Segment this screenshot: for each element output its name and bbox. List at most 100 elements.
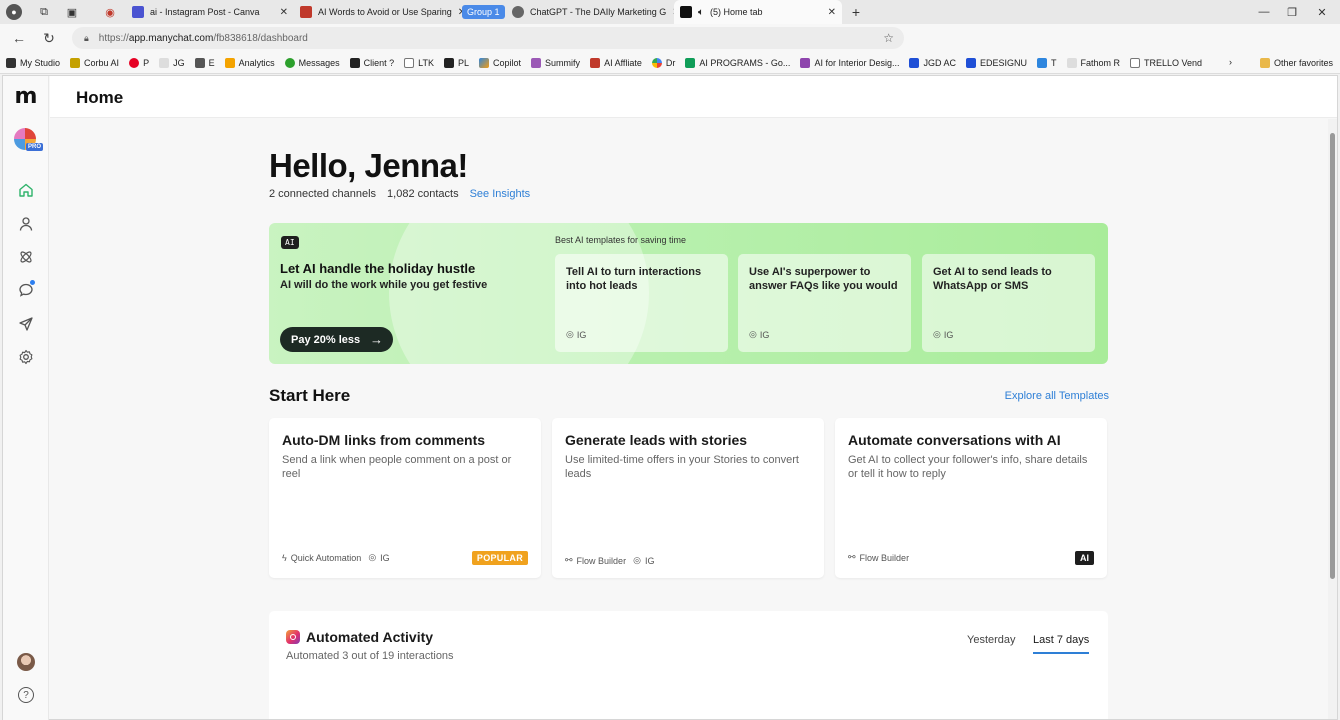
- sidebar-item-automation[interactable]: [15, 246, 37, 268]
- audio-icon[interactable]: 🔈︎: [698, 7, 704, 18]
- bookmark-label: Fathom R: [1080, 57, 1121, 68]
- tab-chatgpt[interactable]: ChatGPT - The DAIly Marketing G ✕: [506, 0, 674, 24]
- start-card-ai-conversations[interactable]: Automate conversations with AI Get AI to…: [835, 418, 1107, 578]
- bookmark-item[interactable]: Client ?: [349, 57, 394, 68]
- bookmark-item[interactable]: AI Affliate: [590, 57, 642, 68]
- contacts-count: 1,082 contacts: [387, 188, 459, 200]
- close-tab-icon[interactable]: ✕: [666, 7, 674, 18]
- bookmark-label: Corbu AI: [84, 57, 120, 68]
- sidebar-item-home[interactable]: [15, 179, 37, 201]
- banner-subline: AI will do the work while you get festiv…: [280, 279, 488, 291]
- close-window-icon[interactable]: ✕: [1304, 0, 1340, 24]
- send-icon: [19, 317, 33, 331]
- sidebar-item-settings[interactable]: [15, 346, 37, 368]
- explore-templates-link[interactable]: Explore all Templates: [1005, 390, 1109, 402]
- bookmark-item[interactable]: AI PROGRAMS - Go...: [685, 57, 790, 68]
- see-insights-link[interactable]: See Insights: [470, 188, 531, 200]
- flow-icon: ⚯: [565, 555, 573, 565]
- page-header: Home: [50, 76, 1337, 118]
- ai-template-card[interactable]: Get AI to send leads to WhatsApp or SMS …: [922, 254, 1095, 352]
- url-path: /fb838618/dashboard: [213, 32, 308, 44]
- gear-icon: [19, 349, 33, 365]
- bookmark-item[interactable]: PL: [444, 57, 470, 68]
- template-title: Use AI's superpower to answer FAQs like …: [749, 266, 898, 292]
- tab-home[interactable]: 🔈︎ (5) Home tab ✕: [674, 0, 842, 24]
- sidebar-item-live-chat[interactable]: [15, 279, 37, 301]
- bookmark-item[interactable]: Copilot: [479, 57, 522, 68]
- profile-icon[interactable]: ●: [6, 4, 22, 20]
- bookmark-item[interactable]: Fathom R: [1066, 57, 1121, 68]
- scrollbar-thumb[interactable]: [1330, 133, 1335, 579]
- tab-group-chip[interactable]: Group 1: [462, 5, 505, 19]
- bookmark-item[interactable]: Messages: [284, 57, 340, 68]
- channel-label: IG: [576, 329, 587, 340]
- tab-yesterday[interactable]: Yesterday: [967, 634, 1016, 652]
- bookmark-item[interactable]: Summify: [531, 57, 580, 68]
- tab-ai-words[interactable]: AI Words to Avoid or Use Sparing ✕: [294, 0, 462, 24]
- bookmark-item[interactable]: Analytics: [224, 57, 275, 68]
- page-scrollbar[interactable]: [1328, 119, 1337, 719]
- recording-icon[interactable]: ◉: [102, 4, 118, 20]
- bookmark-item[interactable]: AI for Interior Desig...: [800, 57, 899, 68]
- card-title: Generate leads with stories: [565, 432, 748, 448]
- pay-less-button[interactable]: Pay 20% less →: [280, 327, 393, 352]
- start-card-stories[interactable]: Generate leads with stories Use limited-…: [552, 418, 824, 578]
- bookmark-item[interactable]: TRELLO Vend: [1130, 57, 1202, 68]
- ai-template-card[interactable]: Tell AI to turn interactions into hot le…: [555, 254, 728, 352]
- channel-label: IG: [759, 329, 770, 340]
- help-icon[interactable]: ?: [18, 687, 34, 703]
- bookmark-item[interactable]: Corbu AI: [70, 57, 120, 68]
- new-tab-icon[interactable]: +: [848, 4, 864, 20]
- bookmark-item[interactable]: E: [194, 57, 215, 68]
- back-icon[interactable]: ←: [4, 24, 34, 52]
- bookmark-icon: [6, 57, 16, 68]
- bookmark-item[interactable]: LTK: [404, 57, 435, 68]
- bookmark-icon: [70, 57, 81, 68]
- connected-channels: 2 connected channels: [269, 188, 377, 200]
- canva-favicon-icon: [132, 6, 144, 18]
- bookmark-label: PL: [458, 57, 470, 68]
- close-tab-icon[interactable]: ✕: [822, 7, 836, 18]
- bookmark-item[interactable]: JG: [159, 57, 185, 68]
- browser-tab-bar: ● ⧉ ▣ ◉ ai - Instagram Post - Canva ✕ AI…: [0, 0, 1340, 24]
- bookmark-item[interactable]: JGD AC: [909, 57, 956, 68]
- close-tab-icon[interactable]: ✕: [274, 7, 288, 18]
- sidebar-item-broadcasting[interactable]: [15, 313, 37, 335]
- bookmark-item[interactable]: P: [129, 57, 149, 68]
- sidebar: m PRO ?: [3, 76, 49, 720]
- flow-icon: ⚯: [848, 552, 856, 562]
- url-scheme: https://: [98, 32, 129, 44]
- activity-subtitle: Automated 3 out of 19 interactions: [286, 650, 454, 662]
- bookmark-item[interactable]: EDESIGNU: [965, 57, 1027, 68]
- favorite-star-icon[interactable]: ☆: [883, 31, 894, 45]
- close-tab-icon[interactable]: ✕: [452, 7, 462, 18]
- manychat-logo[interactable]: m: [13, 86, 39, 108]
- bookmark-item[interactable]: T: [1037, 57, 1057, 68]
- start-card-auto-dm[interactable]: Auto-DM links from comments Send a link …: [269, 418, 541, 578]
- bookmark-icon: [1037, 57, 1047, 68]
- bookmark-icon: [284, 57, 295, 68]
- bookmark-icon: [531, 57, 542, 68]
- ai-template-card[interactable]: Use AI's superpower to answer FAQs like …: [738, 254, 911, 352]
- reload-icon[interactable]: ↻: [34, 24, 64, 52]
- bookmark-label: LTK: [418, 57, 435, 68]
- bookmarks-overflow-icon[interactable]: ›: [1229, 57, 1232, 67]
- card-meta-label: Flow Builder: [576, 555, 627, 566]
- tab-canva[interactable]: ai - Instagram Post - Canva ✕: [126, 0, 294, 24]
- card-description: Use limited-time offers in your Stories …: [565, 454, 799, 480]
- url-input[interactable]: 🔒︎ https://app.manychat.com/fb838618/das…: [72, 27, 904, 49]
- tab-title: (5) Home tab: [710, 7, 763, 17]
- other-favorites[interactable]: Other favorites: [1260, 58, 1333, 68]
- card-meta-label: Quick Automation: [290, 552, 362, 563]
- sidebar-item-contacts[interactable]: [15, 213, 37, 235]
- tab-actions-icon[interactable]: ▣: [64, 4, 80, 20]
- workspaces-icon[interactable]: ⧉: [36, 4, 52, 20]
- bookmark-icon: [479, 57, 490, 68]
- bookmark-item[interactable]: Dr: [651, 57, 675, 68]
- user-avatar[interactable]: [17, 653, 35, 671]
- bookmark-icon: [1066, 57, 1077, 68]
- bookmark-label: Copilot: [493, 57, 522, 68]
- tab-last-7-days[interactable]: Last 7 days: [1033, 634, 1090, 654]
- bookmark-item[interactable]: My Studio: [6, 57, 60, 68]
- card-meta-label: Flow Builder: [859, 552, 910, 563]
